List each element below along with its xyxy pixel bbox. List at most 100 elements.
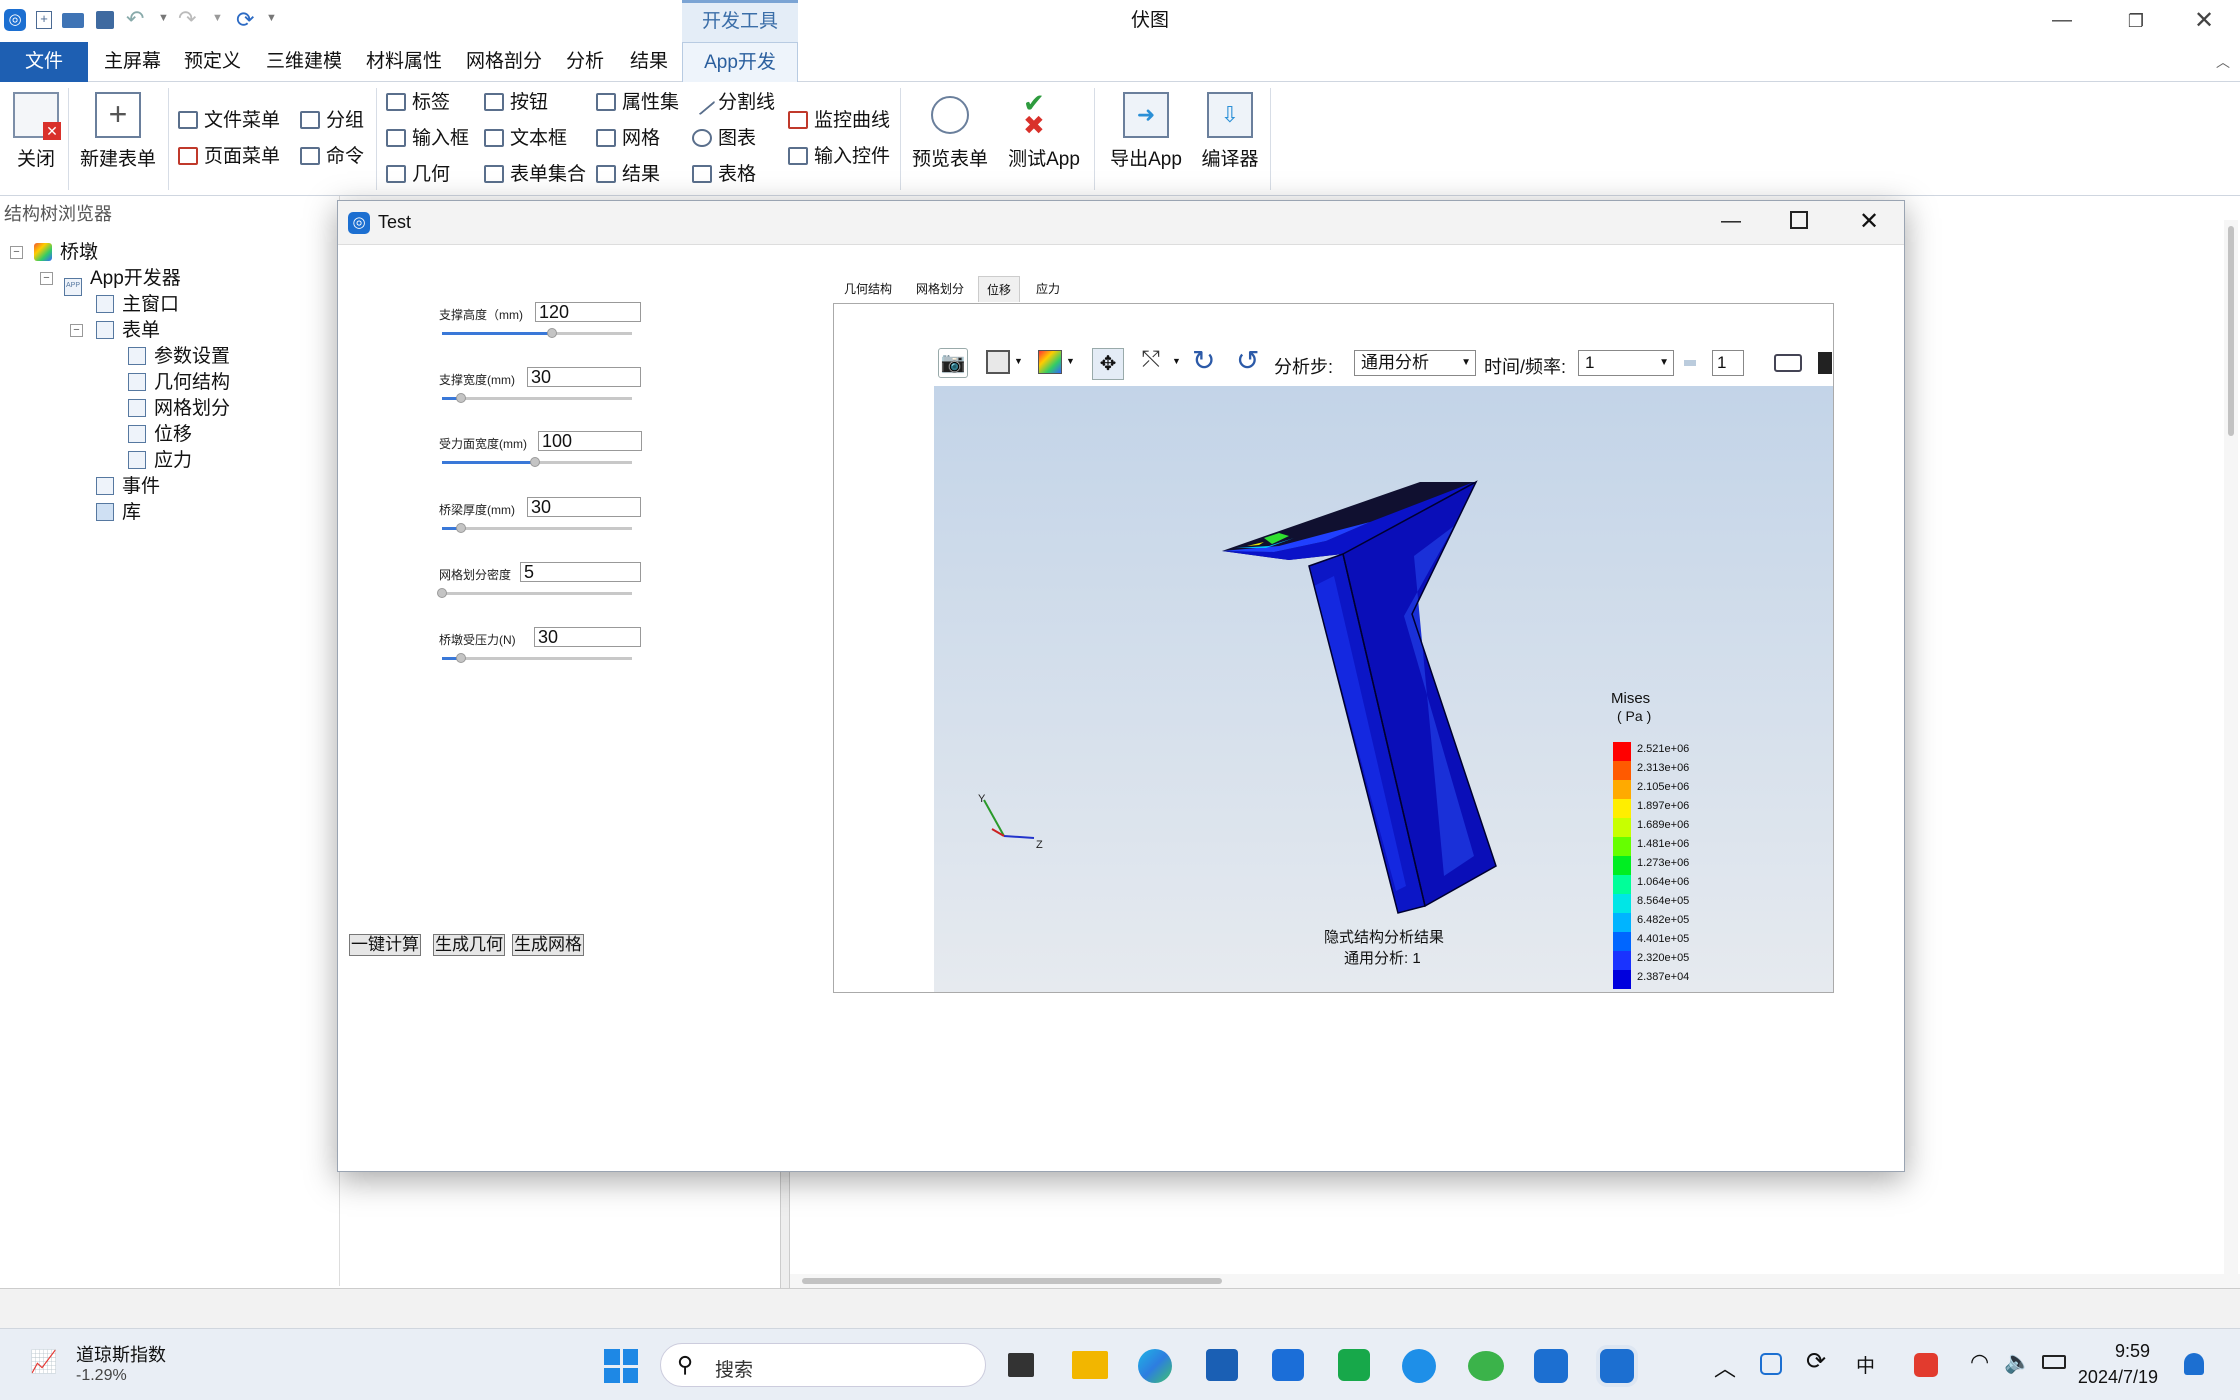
tab-meshing-view[interactable]: 网格划分	[908, 276, 972, 302]
ime-indicator[interactable]: 中	[1856, 1351, 1875, 1378]
new-form-button[interactable]: + 新建表单	[78, 92, 158, 171]
new-file-icon[interactable]: +	[36, 11, 52, 29]
sync-icon[interactable]: ⟳	[1806, 1347, 1826, 1376]
param-slider-beam-thickness[interactable]	[442, 523, 632, 533]
axis-dropdown-icon[interactable]: ▼	[1172, 356, 1181, 366]
param-slider-support-width[interactable]	[442, 393, 632, 403]
task-view-icon[interactable]	[1008, 1353, 1034, 1377]
open-folder-icon[interactable]	[62, 13, 84, 28]
collapse-ribbon-icon[interactable]: ︿	[2216, 52, 2230, 72]
command-button[interactable]: 命令	[300, 142, 364, 172]
tray-app-icon[interactable]	[1760, 1353, 1782, 1375]
tree-node-forms[interactable]: 表单	[96, 318, 160, 344]
tab-analysis[interactable]: 分析	[554, 42, 616, 82]
param-input-support-height[interactable]: 120	[535, 302, 641, 322]
slider-knob[interactable]	[437, 588, 447, 598]
stock-name[interactable]: 道琼斯指数	[76, 1341, 166, 1367]
rotate-cw-icon[interactable]: ↻	[1192, 344, 1215, 377]
refresh-icon[interactable]: ⟳	[236, 7, 254, 33]
time-frequency-select[interactable]: 1 ▼	[1578, 350, 1674, 376]
tab-results[interactable]: 结果	[618, 42, 680, 82]
edge-icon[interactable]	[1138, 1349, 1172, 1383]
tree-node-form-geometry[interactable]: 几何结构	[128, 370, 230, 396]
view-cube-icon[interactable]	[986, 350, 1010, 374]
input-control-button[interactable]: 输入控件	[788, 142, 890, 172]
generate-mesh-button[interactable]: 生成网格	[512, 934, 584, 956]
param-input-load-face-width[interactable]: 100	[538, 431, 642, 451]
view-dropdown-icon[interactable]: ▼	[1014, 356, 1023, 366]
chart-button[interactable]: 图表	[692, 124, 756, 154]
wps-icon[interactable]	[1914, 1353, 1938, 1377]
undo-icon[interactable]: ↶	[126, 6, 144, 32]
dialog-maximize-button[interactable]	[1790, 211, 1808, 229]
button-button[interactable]: 按钮	[484, 88, 548, 118]
render-dropdown-icon[interactable]: ▼	[1066, 356, 1075, 366]
preview-form-button[interactable]: 预览表单	[908, 92, 992, 171]
slider-knob[interactable]	[456, 523, 466, 533]
tab-displacement[interactable]: 位移	[978, 276, 1021, 302]
undo-dropdown-icon[interactable]: ▼	[158, 12, 169, 24]
futu-app-icon[interactable]	[1534, 1349, 1568, 1383]
tree-node-form-displacement[interactable]: 位移	[128, 422, 192, 448]
group-button[interactable]: 分组	[300, 106, 364, 136]
export-app-button[interactable]: ➜ 导出App	[1104, 92, 1188, 171]
render-canvas[interactable]: Y Z 隐式结构分析结果 通用分析: 1	[934, 386, 1833, 992]
file-explorer-icon[interactable]	[1072, 1351, 1108, 1379]
tree-node-events[interactable]: 事件	[96, 474, 160, 500]
axis-triad-icon[interactable]: ⤲	[1142, 346, 1160, 372]
vertical-scrollbar[interactable]	[2224, 220, 2238, 1274]
render-style-icon[interactable]	[1038, 350, 1062, 374]
fullscreen-icon[interactable]	[1818, 352, 1832, 374]
rotate-ccw-icon[interactable]: ↺	[1236, 344, 1259, 377]
tab-geometry[interactable]: 几何结构	[836, 276, 900, 302]
slider-knob[interactable]	[530, 457, 541, 467]
wechat-icon[interactable]	[1468, 1351, 1504, 1381]
input-button[interactable]: 输入框	[386, 124, 469, 154]
taskbar-search-box[interactable]: ⚲ 搜索	[660, 1343, 986, 1387]
tree-node-form-params[interactable]: 参数设置	[128, 344, 230, 370]
wifi-icon[interactable]: ◠	[1970, 1349, 1989, 1375]
dialog-minimize-button[interactable]: —	[1716, 207, 1746, 237]
param-input-support-width[interactable]: 30	[527, 367, 641, 387]
table-button[interactable]: 表格	[692, 160, 756, 190]
file-menu-button[interactable]: 文件菜单	[178, 106, 280, 136]
tab-3d-modeling[interactable]: 三维建模	[254, 42, 354, 82]
expand-toggle-app[interactable]: −	[40, 272, 53, 285]
tree-node-form-stress[interactable]: 应力	[128, 448, 192, 474]
label-button[interactable]: 标签	[386, 88, 450, 118]
geometry-button[interactable]: 几何	[386, 160, 450, 190]
customize-icon[interactable]: ▼	[266, 12, 277, 24]
compute-button[interactable]: 一键计算	[349, 934, 421, 956]
textbox-button[interactable]: 文本框	[484, 124, 567, 154]
volume-icon[interactable]: 🔈	[2004, 1349, 2031, 1375]
notification-bell-icon[interactable]	[2184, 1353, 2204, 1375]
param-slider-support-height[interactable]	[442, 328, 632, 338]
frame-slider-icon[interactable]	[1684, 360, 1696, 366]
camera-icon[interactable]: 📷	[938, 348, 968, 378]
result-button[interactable]: 结果	[596, 160, 660, 190]
tree-node-form-mesh[interactable]: 网格划分	[128, 396, 230, 422]
save-icon[interactable]	[96, 11, 114, 29]
slider-knob[interactable]	[456, 393, 466, 403]
expand-toggle-forms[interactable]: −	[70, 324, 83, 337]
dialog-close-button[interactable]: ✕	[1854, 207, 1884, 237]
separator-button[interactable]: 分割线	[688, 88, 775, 118]
tab-stress[interactable]: 应力	[1028, 276, 1068, 302]
generate-geometry-button[interactable]: 生成几何	[433, 934, 505, 956]
tab-predefine[interactable]: 预定义	[172, 42, 253, 82]
mesh-button[interactable]: 网格	[596, 124, 660, 154]
frame-spinbox[interactable]: 1	[1712, 350, 1744, 376]
horizontal-scrollbar[interactable]	[790, 1274, 2240, 1288]
tree-node-root[interactable]: 桥墩	[34, 240, 98, 266]
start-button[interactable]	[604, 1349, 638, 1383]
redo-dropdown-icon[interactable]: ▼	[212, 12, 223, 24]
minimize-button[interactable]: —	[2044, 4, 2080, 38]
record-video-icon[interactable]	[1774, 354, 1802, 372]
green-app-icon[interactable]	[1338, 1349, 1370, 1381]
param-slider-pier-pressure[interactable]	[442, 653, 632, 663]
property-set-button[interactable]: 属性集	[596, 88, 679, 118]
tree-node-main-window[interactable]: 主窗口	[96, 292, 179, 318]
close-window-button[interactable]: ✕	[2186, 4, 2222, 38]
param-input-pier-pressure[interactable]: 30	[534, 627, 641, 647]
param-slider-mesh-density[interactable]	[437, 588, 632, 598]
